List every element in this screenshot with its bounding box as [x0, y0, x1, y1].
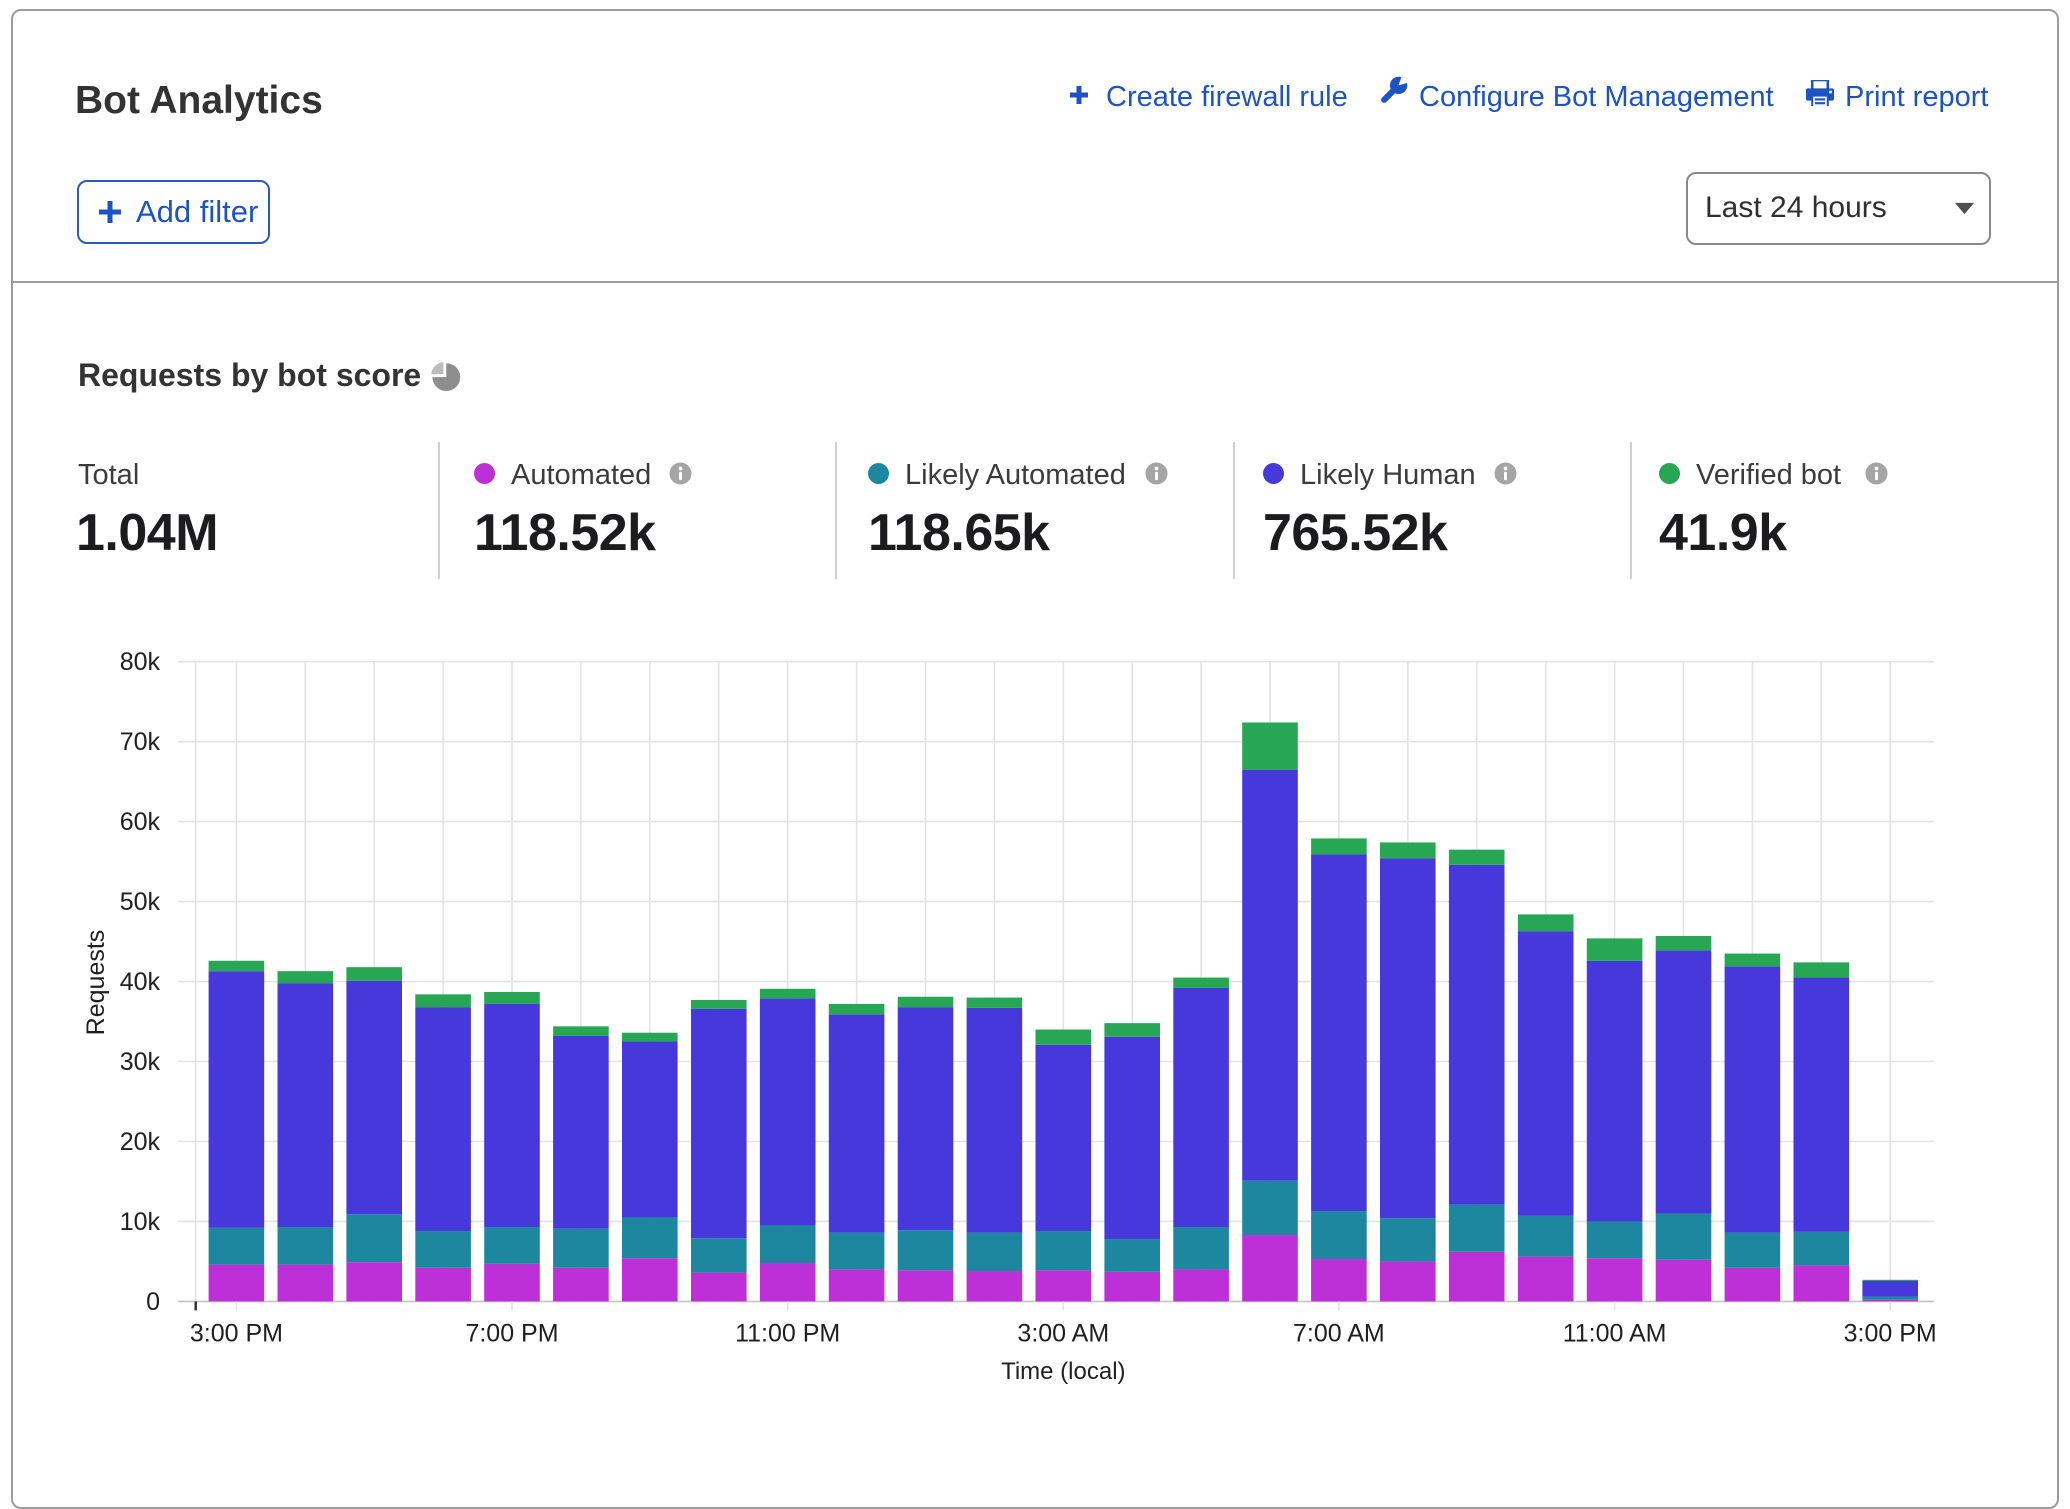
svg-text:7:00 AM: 7:00 AM	[1293, 1319, 1385, 1347]
svg-text:60k: 60k	[120, 808, 161, 836]
svg-text:10k: 10k	[120, 1208, 161, 1236]
svg-text:80k: 80k	[120, 648, 161, 676]
svg-text:Time (local): Time (local)	[1001, 1358, 1125, 1385]
svg-text:40k: 40k	[120, 968, 161, 996]
svg-text:3:00 PM: 3:00 PM	[190, 1319, 283, 1347]
svg-text:70k: 70k	[120, 728, 161, 756]
svg-text:3:00 AM: 3:00 AM	[1017, 1319, 1109, 1347]
svg-text:Requests: Requests	[82, 930, 110, 1036]
svg-text:30k: 30k	[120, 1048, 161, 1076]
svg-text:0: 0	[146, 1288, 160, 1316]
svg-text:11:00 AM: 11:00 AM	[1563, 1319, 1667, 1347]
svg-text:50k: 50k	[120, 888, 161, 916]
svg-text:7:00 PM: 7:00 PM	[465, 1319, 558, 1347]
svg-text:3:00 PM: 3:00 PM	[1844, 1319, 1937, 1347]
svg-text:20k: 20k	[120, 1128, 161, 1156]
svg-text:11:00 PM: 11:00 PM	[735, 1319, 840, 1347]
